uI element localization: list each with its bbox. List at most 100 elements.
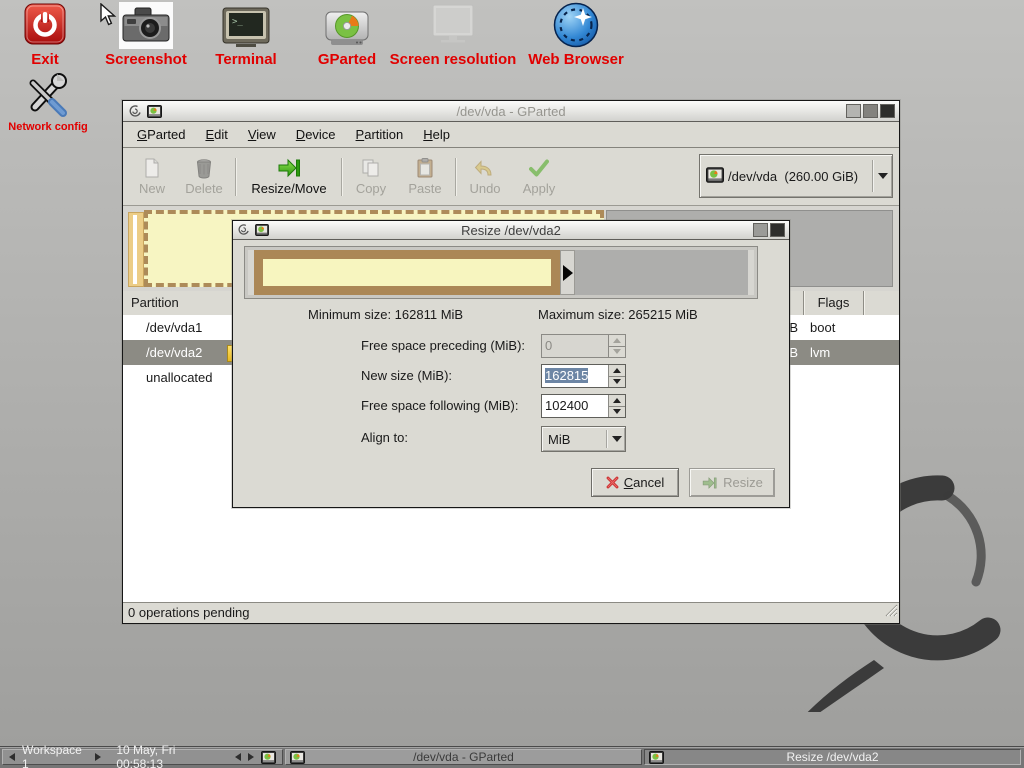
slider-right-cap bbox=[748, 250, 754, 295]
svg-text:>_: >_ bbox=[232, 17, 243, 27]
main-title-bar[interactable]: /dev/vda - GParted bbox=[123, 101, 899, 122]
column-header-flags[interactable]: Flags bbox=[804, 291, 863, 314]
align-to-combobox[interactable]: MiB bbox=[541, 426, 626, 452]
selected-field-value: 162815 bbox=[545, 368, 588, 383]
new-button[interactable]: New bbox=[129, 151, 175, 203]
slider-right-handle[interactable] bbox=[560, 250, 575, 295]
task-title: Resize /dev/vda2 bbox=[786, 750, 878, 764]
align-to-label: Align to: bbox=[361, 430, 408, 445]
screenshot-label: Screenshot bbox=[86, 51, 206, 68]
toolbar-separator bbox=[235, 158, 237, 196]
spin-down-icon bbox=[609, 377, 625, 388]
network-config-icon[interactable] bbox=[21, 73, 73, 122]
spinner bbox=[608, 335, 625, 357]
dialog-close-button[interactable] bbox=[770, 223, 785, 237]
pending-operations-status: 0 operations pending bbox=[123, 605, 249, 620]
free-space-preceding-label: Free space preceding (MiB): bbox=[361, 338, 525, 353]
copy-icon bbox=[360, 157, 382, 179]
spin-up-icon bbox=[609, 335, 625, 347]
status-bar: 0 operations pending bbox=[123, 602, 899, 623]
paste-button[interactable]: Paste bbox=[397, 151, 453, 203]
terminal-icon[interactable]: >_ bbox=[221, 7, 271, 52]
menu-gparted[interactable]: GParted bbox=[127, 124, 195, 145]
dialog-maximize-button[interactable] bbox=[753, 223, 768, 237]
task-gparted-icon bbox=[649, 751, 664, 767]
spin-up-icon bbox=[609, 365, 625, 377]
delete-partition-icon bbox=[193, 157, 215, 179]
web-browser-label: Web Browser bbox=[516, 51, 636, 68]
undo-button[interactable]: Undo bbox=[459, 151, 511, 203]
menu-bar: GParted Edit View Device Partition Help bbox=[123, 122, 899, 148]
paste-icon bbox=[414, 157, 436, 179]
resize-dialog: Resize /dev/vda2 Minimum size: 162811 Mi… bbox=[232, 220, 790, 508]
resize-button[interactable]: Resize bbox=[689, 468, 775, 497]
workspace-next-icon[interactable] bbox=[95, 753, 101, 761]
toolbar-separator bbox=[341, 158, 343, 196]
clock: 10 May, Fri 00:58:13 bbox=[116, 743, 220, 768]
delete-button[interactable]: Delete bbox=[175, 151, 233, 203]
vda1-fill bbox=[133, 215, 137, 284]
spinner[interactable] bbox=[608, 395, 625, 417]
close-button[interactable] bbox=[880, 104, 895, 118]
workspace-pager[interactable]: Workspace 1 10 May, Fri 00:58:13 bbox=[2, 749, 283, 765]
workspace-prev-icon[interactable] bbox=[9, 753, 15, 761]
device-label: /dev/vda (260.00 GiB) bbox=[728, 169, 872, 184]
spinner[interactable] bbox=[608, 365, 625, 387]
exit-icon[interactable] bbox=[24, 3, 66, 48]
menu-device[interactable]: Device bbox=[286, 124, 346, 145]
toolbar: New Delete Resize/Move bbox=[123, 148, 899, 206]
column-header-partition[interactable]: Partition bbox=[131, 291, 179, 314]
copy-button[interactable]: Copy bbox=[345, 151, 397, 203]
apply-icon bbox=[528, 157, 550, 179]
toolbar-separator bbox=[455, 158, 457, 196]
apply-button[interactable]: Apply bbox=[511, 151, 567, 203]
pager-left-icon[interactable] bbox=[235, 753, 241, 761]
resize-move-button[interactable]: Resize/Move bbox=[239, 151, 339, 203]
device-selector[interactable]: /dev/vda (260.00 GiB) bbox=[699, 154, 893, 198]
new-partition-icon bbox=[141, 157, 163, 179]
minimize-button[interactable] bbox=[846, 104, 861, 118]
mouse-cursor bbox=[100, 3, 120, 30]
handle-arrow-icon bbox=[563, 265, 573, 281]
dialog-title-bar[interactable]: Resize /dev/vda2 bbox=[233, 221, 789, 240]
workspace-label: Workspace 1 bbox=[22, 743, 88, 768]
cancel-button[interactable]: Cancel bbox=[591, 468, 679, 497]
slider-unallocated-area[interactable] bbox=[575, 250, 748, 295]
maximize-button[interactable] bbox=[863, 104, 878, 118]
screen-resolution-icon[interactable] bbox=[429, 3, 477, 50]
partition-name: unallocated bbox=[146, 365, 213, 390]
menu-edit[interactable]: Edit bbox=[195, 124, 237, 145]
resize-arrow-icon bbox=[701, 476, 718, 490]
slider-partition-area[interactable] bbox=[254, 250, 560, 295]
vda1-segment[interactable] bbox=[128, 212, 144, 287]
gparted-icon[interactable] bbox=[324, 9, 370, 52]
field-value: 102400 bbox=[542, 395, 608, 417]
new-size-field[interactable]: 162815 bbox=[541, 364, 626, 388]
tray-gparted-icon bbox=[261, 751, 276, 764]
task-button-gparted[interactable]: /dev/vda - GParted bbox=[285, 749, 642, 765]
device-dropdown-arrow bbox=[874, 173, 892, 179]
resize-grip[interactable] bbox=[883, 602, 898, 622]
cancel-x-icon bbox=[606, 476, 619, 489]
flags-value: boot bbox=[810, 315, 835, 340]
minimum-size-label: Minimum size: 162811 MiB bbox=[308, 307, 463, 322]
pager-right-icon[interactable] bbox=[248, 753, 254, 761]
resize-label: Resize bbox=[723, 475, 763, 490]
menu-partition[interactable]: Partition bbox=[346, 124, 414, 145]
spin-up-icon bbox=[609, 395, 625, 407]
partition-name: /dev/vda2 bbox=[146, 340, 202, 365]
spin-down-icon bbox=[609, 347, 625, 358]
web-browser-icon[interactable] bbox=[550, 1, 602, 54]
task-button-resize-dialog[interactable]: Resize /dev/vda2 bbox=[644, 749, 1021, 765]
partition-name: /dev/vda1 bbox=[146, 315, 202, 340]
free-space-following-field[interactable]: 102400 bbox=[541, 394, 626, 418]
screenshot-icon[interactable] bbox=[119, 2, 173, 49]
menu-view[interactable]: View bbox=[238, 124, 286, 145]
align-selected-value: MiB bbox=[542, 432, 606, 447]
taskbar: Workspace 1 10 May, Fri 00:58:13 bbox=[0, 746, 1024, 768]
device-disk-icon bbox=[706, 167, 724, 186]
maximum-size-label: Maximum size: 265215 MiB bbox=[538, 307, 698, 322]
dialog-title: Resize /dev/vda2 bbox=[233, 223, 789, 238]
task-title: /dev/vda - GParted bbox=[413, 750, 514, 764]
menu-help[interactable]: Help bbox=[413, 124, 460, 145]
